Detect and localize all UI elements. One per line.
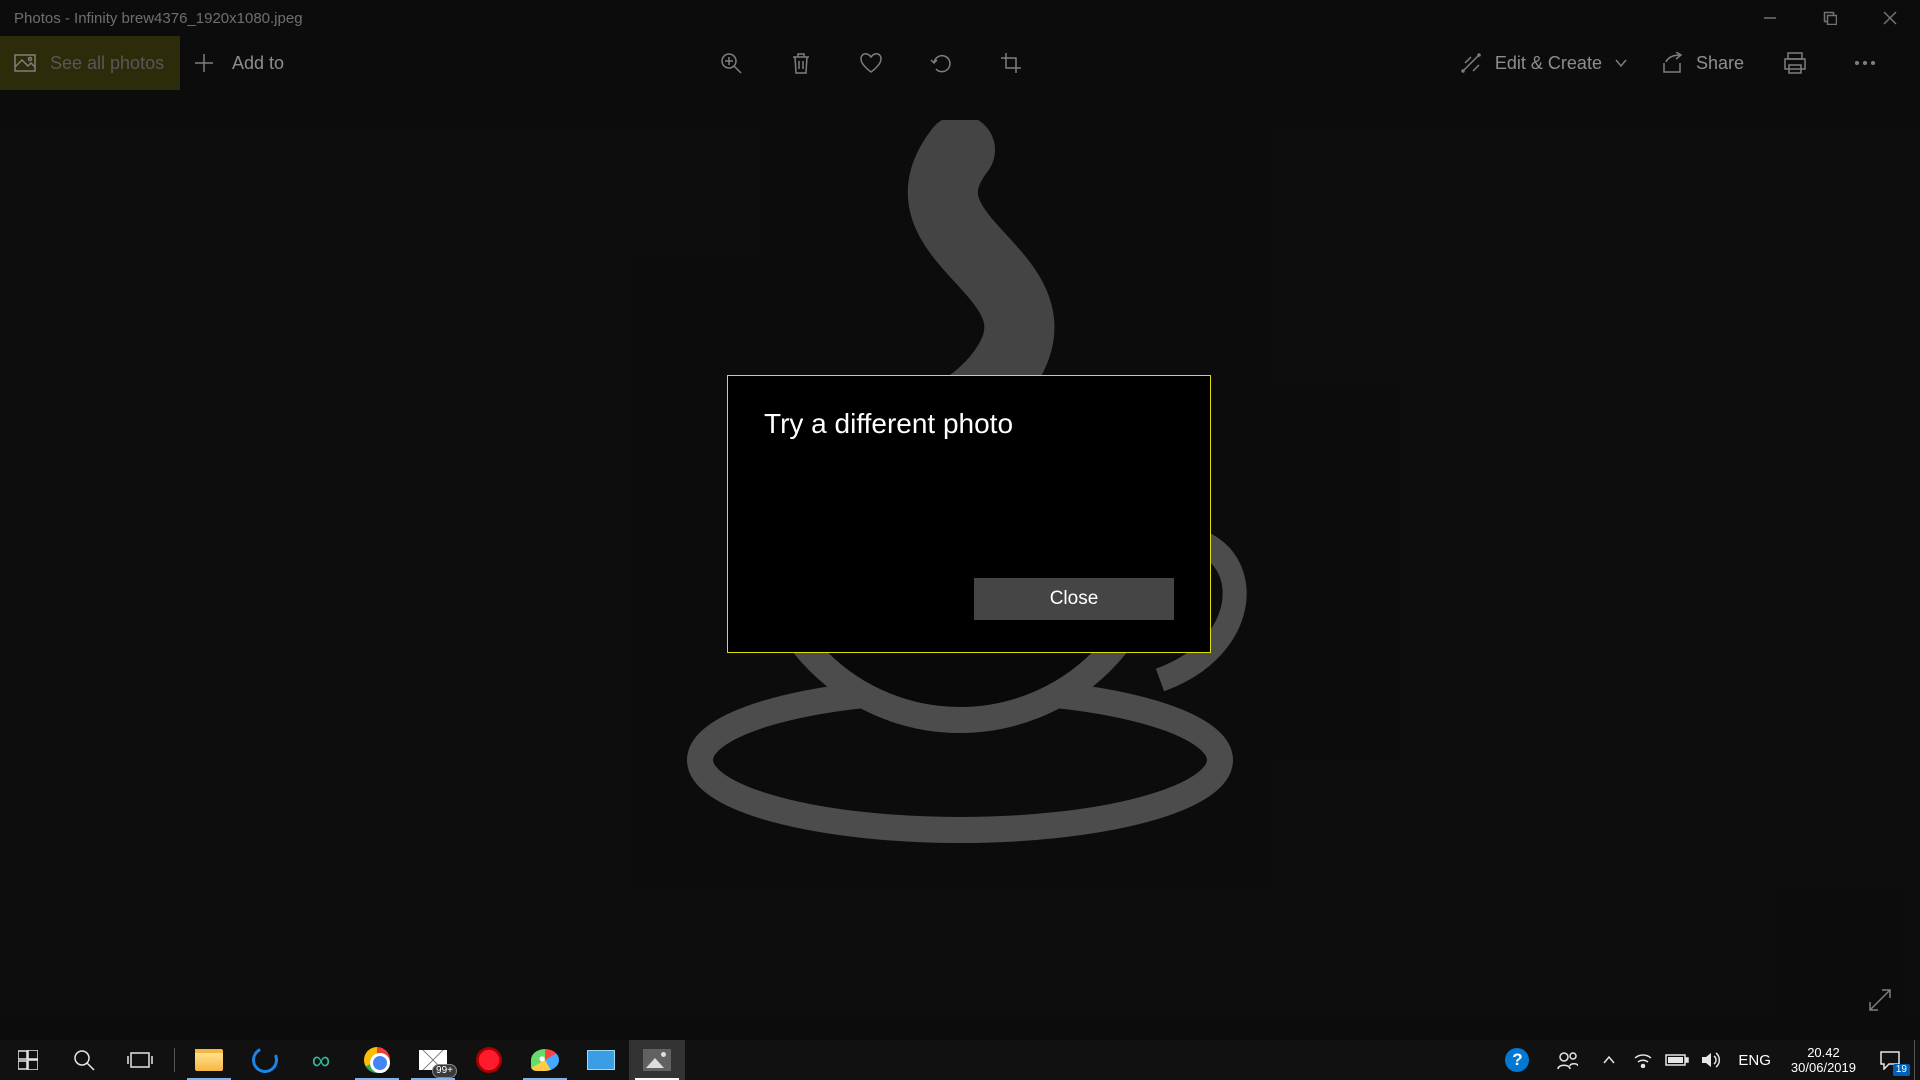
tray-people[interactable] xyxy=(1542,1040,1592,1080)
picture-icon xyxy=(14,54,36,72)
paint-icon xyxy=(531,1049,559,1071)
tray-help[interactable]: ? xyxy=(1492,1040,1542,1080)
plus-icon xyxy=(194,53,214,73)
close-button[interactable]: Close xyxy=(974,578,1174,620)
tray-wifi[interactable] xyxy=(1626,1040,1660,1080)
rotate-button[interactable] xyxy=(906,36,976,90)
tray-overflow[interactable] xyxy=(1592,1040,1626,1080)
task-view-icon xyxy=(127,1050,153,1070)
fullscreen-button[interactable] xyxy=(1860,980,1900,1020)
close-window-button[interactable] xyxy=(1860,0,1920,36)
taskbar-divider xyxy=(174,1048,175,1072)
windows-icon xyxy=(18,1050,38,1070)
taskbar-app-file-explorer[interactable] xyxy=(181,1040,237,1080)
help-icon: ? xyxy=(1505,1048,1529,1072)
chrome-icon xyxy=(364,1047,390,1073)
edit-create-icon xyxy=(1459,51,1483,75)
more-button[interactable] xyxy=(1830,36,1900,90)
tray-battery[interactable] xyxy=(1660,1040,1694,1080)
print-button[interactable] xyxy=(1760,36,1830,90)
tray-action-center[interactable]: 19 xyxy=(1866,1040,1914,1080)
mail-badge: 99+ xyxy=(432,1064,457,1078)
add-to-label: Add to xyxy=(232,53,284,74)
edge-icon xyxy=(248,1043,281,1076)
wifi-icon xyxy=(1633,1052,1653,1068)
start-button[interactable] xyxy=(0,1040,56,1080)
taskbar-app-paint[interactable] xyxy=(517,1040,573,1080)
see-all-photos-button[interactable]: See all photos xyxy=(0,36,180,90)
favorite-button[interactable] xyxy=(836,36,906,90)
add-to-button[interactable]: Add to xyxy=(180,36,300,90)
taskbar-app-photos[interactable] xyxy=(629,1040,685,1080)
chevron-down-icon xyxy=(1614,58,1628,68)
tray-date: 30/06/2019 xyxy=(1791,1060,1856,1075)
search-button[interactable] xyxy=(56,1040,112,1080)
tray-time: 20.42 xyxy=(1791,1045,1856,1060)
rotate-icon xyxy=(930,52,952,74)
window-titlebar: Photos - Infinity brew4376_1920x1080.jpe… xyxy=(0,0,1920,36)
edit-create-button[interactable]: Edit & Create xyxy=(1443,36,1644,90)
trash-icon xyxy=(791,52,811,74)
app-toolbar: See all photos Add to Edit & Create xyxy=(0,36,1920,90)
dialog-heading: Try a different photo xyxy=(764,408,1174,440)
taskbar-app-edge[interactable] xyxy=(237,1040,293,1080)
error-dialog: Try a different photo Close xyxy=(727,375,1211,653)
delete-button[interactable] xyxy=(766,36,836,90)
fullscreen-icon xyxy=(1867,987,1893,1013)
taskbar-app-opera[interactable] xyxy=(461,1040,517,1080)
infinity-icon: ∞ xyxy=(312,1047,331,1073)
photos-icon xyxy=(643,1049,671,1071)
more-icon xyxy=(1854,60,1876,66)
share-icon xyxy=(1660,52,1684,74)
volume-icon xyxy=(1701,1051,1721,1069)
people-icon xyxy=(1556,1049,1578,1071)
taskbar-app-settings[interactable] xyxy=(573,1040,629,1080)
maximize-button[interactable] xyxy=(1800,0,1860,36)
taskbar-app-infinity[interactable]: ∞ xyxy=(293,1040,349,1080)
taskbar-app-mail[interactable]: 99+ xyxy=(405,1040,461,1080)
tray-volume[interactable] xyxy=(1694,1040,1728,1080)
task-view-button[interactable] xyxy=(112,1040,168,1080)
show-desktop-button[interactable] xyxy=(1914,1040,1920,1080)
tray-language[interactable]: ENG xyxy=(1728,1052,1781,1069)
action-center-badge: 19 xyxy=(1893,1064,1910,1076)
see-all-photos-label: See all photos xyxy=(50,53,164,74)
opera-icon xyxy=(476,1047,502,1073)
zoom-icon xyxy=(720,52,742,74)
crop-button[interactable] xyxy=(976,36,1046,90)
tray-clock[interactable]: 20.42 30/06/2019 xyxy=(1781,1045,1866,1075)
edit-create-label: Edit & Create xyxy=(1495,53,1602,74)
search-icon xyxy=(73,1049,95,1071)
file-explorer-icon xyxy=(195,1049,223,1071)
minimize-button[interactable] xyxy=(1740,0,1800,36)
zoom-button[interactable] xyxy=(696,36,766,90)
share-button[interactable]: Share xyxy=(1644,36,1760,90)
monitor-icon xyxy=(587,1050,615,1070)
window-title: Photos - Infinity brew4376_1920x1080.jpe… xyxy=(0,10,303,27)
taskbar-app-chrome[interactable] xyxy=(349,1040,405,1080)
crop-icon xyxy=(1000,52,1022,74)
battery-icon xyxy=(1665,1053,1689,1067)
heart-icon xyxy=(859,52,883,74)
chevron-up-icon xyxy=(1602,1055,1616,1065)
taskbar: ∞ 99+ ? ENG 20.42 30/06/2019 19 xyxy=(0,1040,1920,1080)
print-icon xyxy=(1783,52,1807,74)
share-label: Share xyxy=(1696,53,1744,74)
